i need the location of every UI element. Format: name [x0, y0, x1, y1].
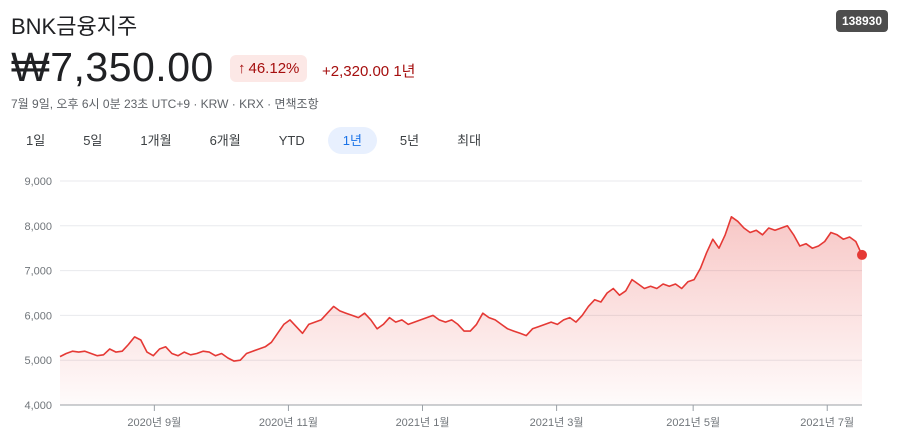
x-axis-label: 2020년 11월: [259, 416, 318, 429]
tab-1m[interactable]: 1개월: [125, 127, 186, 154]
stock-title: BNK금융지주: [11, 14, 138, 39]
y-axis-label: 9,000: [24, 176, 52, 188]
current-price-dot: [857, 249, 867, 260]
tab-5y[interactable]: 5년: [385, 127, 434, 154]
y-axis-label: 4,000: [24, 400, 52, 412]
change-percent-value: 46.12%: [248, 60, 300, 77]
change-percent-badge: ↑ 46.12%: [230, 55, 308, 82]
tab-1d[interactable]: 1일: [11, 127, 60, 154]
x-axis-label: 2021년 5월: [666, 416, 720, 429]
y-axis-label: 7,000: [24, 266, 52, 278]
x-axis-label: 2020년 9월: [127, 416, 181, 429]
arrow-up-icon: ↑: [238, 60, 246, 77]
tab-5d[interactable]: 5일: [68, 127, 117, 154]
price-chart[interactable]: 9,000 8,000 7,000 6,000 5,000 4,000 2020년 9월 2…: [0, 165, 897, 444]
tab-ytd[interactable]: YTD: [264, 127, 320, 154]
tab-6m[interactable]: 6개월: [195, 127, 256, 154]
price-area-fill: [60, 216, 862, 405]
x-axis-label: 2021년 3월: [530, 416, 584, 429]
range-tabs: 1일 5일 1개월 6개월 YTD 1년 5년 최대: [11, 127, 504, 154]
y-axis-label: 8,000: [24, 221, 52, 233]
x-axis-label: 2021년 7월: [800, 416, 854, 429]
current-price: ₩7,350.00: [11, 44, 214, 90]
x-axis-label: 2021년 1월: [396, 416, 450, 429]
price-meta: 7월 9일, 오후 6시 0분 23초 UTC+9 · KRW · KRX · …: [11, 97, 319, 111]
y-axis-label: 6,000: [24, 310, 52, 322]
ticker-badge[interactable]: 138930: [835, 10, 888, 32]
tab-1y[interactable]: 1년: [327, 127, 377, 154]
tab-max[interactable]: 최대: [442, 127, 496, 154]
y-axis-label: 5,000: [24, 355, 52, 367]
change-absolute: +2,320.00 1년: [322, 63, 416, 80]
